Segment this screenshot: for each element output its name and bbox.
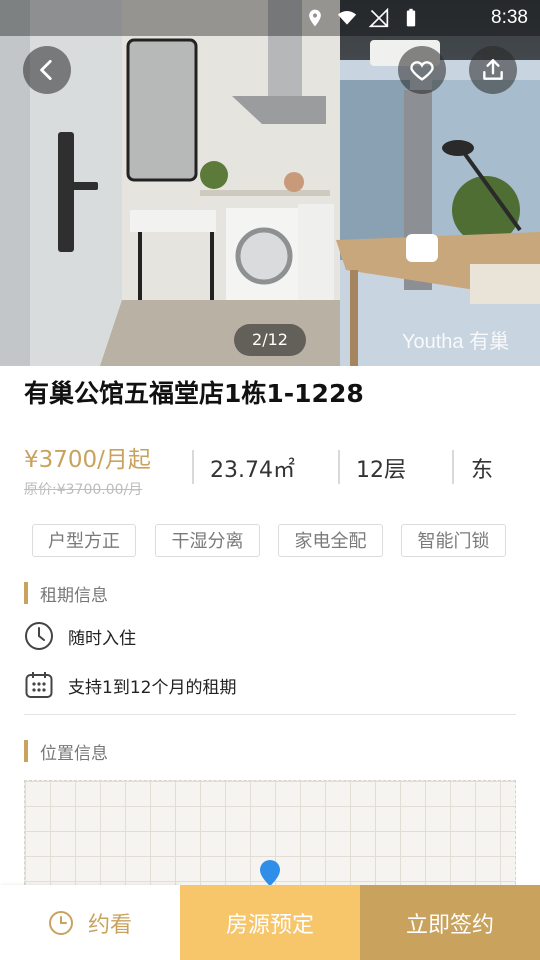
photo-counter: 2/12: [234, 324, 306, 356]
room-photo-illustration: [0, 0, 540, 366]
clock-icon: [25, 622, 53, 650]
heart-icon: [410, 61, 434, 81]
feature-tag: 户型方正: [32, 524, 136, 557]
chevron-left-icon: [40, 59, 52, 81]
share-icon: [483, 59, 503, 80]
rent-price: ¥3700/月起: [24, 447, 151, 473]
status-time: 8:38: [491, 7, 528, 28]
listing-photo[interactable]: 8:38 2/12 Youtha 有巢: [0, 0, 540, 366]
section-accent-bar: [24, 582, 28, 604]
location-section-title: 位置信息: [40, 743, 108, 764]
calendar-icon: [25, 672, 53, 698]
lease-section-header: 租期信息: [24, 582, 108, 606]
stat-divider: [452, 450, 454, 484]
feature-tag: 智能门锁: [401, 524, 506, 557]
brand-watermark: Youtha 有巢: [402, 331, 510, 353]
lease-term-row: 支持1到12个月的租期: [24, 670, 236, 700]
room-floor: 12层: [356, 458, 406, 483]
sign-now-button[interactable]: 立即签约: [360, 885, 540, 960]
listing-title: 有巢公馆五福堂店1栋1-1228: [24, 379, 364, 408]
lease-term-text: 支持1到12个月的租期: [68, 677, 237, 698]
feature-tag: 家电全配: [278, 524, 383, 557]
original-price: 原价:¥3700.00/月: [24, 482, 143, 498]
move-in-row: 随时入住: [24, 621, 136, 651]
schedule-viewing-button[interactable]: 约看: [0, 885, 180, 960]
schedule-viewing-label: 约看: [87, 912, 132, 938]
move-in-text: 随时入住: [68, 628, 136, 649]
back-button[interactable]: [23, 46, 71, 94]
favorite-button[interactable]: [398, 46, 446, 94]
room-area: 23.74㎡: [210, 458, 295, 483]
feature-tag: 干湿分离: [155, 524, 260, 557]
share-button[interactable]: [469, 46, 517, 94]
section-accent-bar: [24, 740, 28, 762]
wifi-icon: [337, 11, 357, 25]
stat-divider: [192, 450, 194, 484]
bottom-action-bar: 约看 房源预定 立即签约: [0, 885, 540, 960]
lease-section-title: 租期信息: [40, 585, 108, 606]
room-orientation: 东: [471, 458, 494, 483]
stat-divider: [338, 450, 340, 484]
section-divider: [24, 714, 516, 715]
map-pin-icon: [260, 860, 280, 886]
no-signal-icon: [368, 8, 389, 28]
location-icon: [309, 9, 321, 27]
status-bar: 8:38: [0, 0, 540, 36]
clock-icon: [48, 910, 73, 935]
battery-icon: [406, 8, 416, 27]
reserve-button[interactable]: 房源预定: [180, 885, 360, 960]
location-section-header: 位置信息: [24, 740, 108, 764]
